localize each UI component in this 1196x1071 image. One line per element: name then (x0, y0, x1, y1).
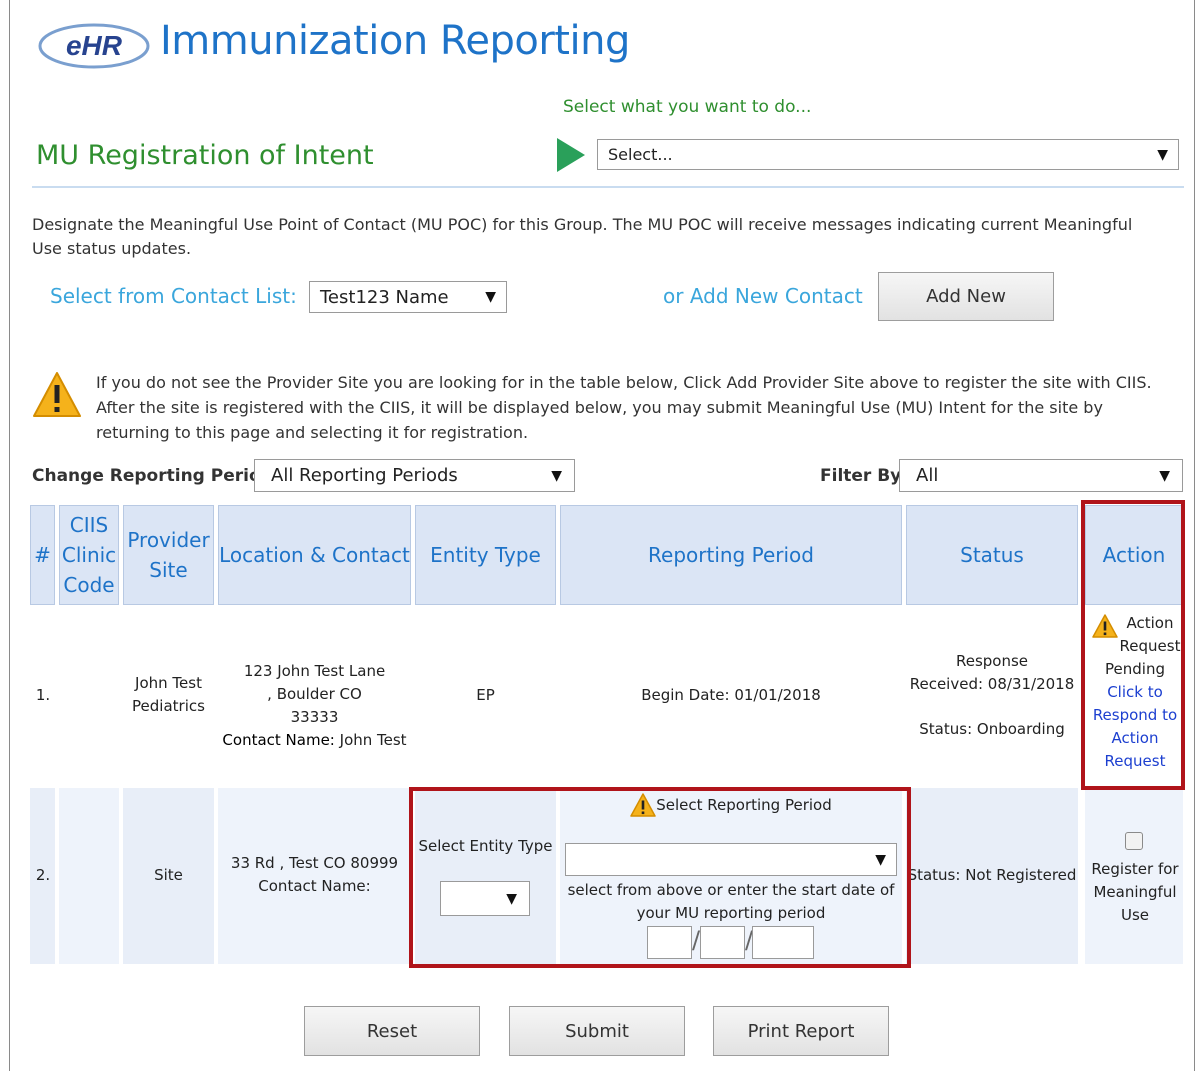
register-checkbox[interactable] (1125, 832, 1143, 850)
add-new-button[interactable]: Add New (878, 272, 1054, 321)
mu-poc-description: Designate the Meaningful Use Point of Co… (32, 215, 1133, 258)
row-2-status: Status: Not Registered (906, 862, 1078, 888)
row-1-received: Received: 08/31/2018 (909, 675, 1075, 693)
row-1-status: Response Received: 08/31/2018 Status: On… (906, 650, 1078, 741)
row-2-location: 33 Rd , Test CO 80999 Contact Name: (218, 852, 411, 898)
filter-by-value: All (916, 465, 939, 486)
action-select[interactable]: Select... ▼ (597, 139, 1179, 170)
register-label: Register for Meaningful Use (1091, 860, 1179, 924)
contact-list-select[interactable]: Test123 Name ▼ (309, 281, 507, 313)
column-header-reporting-period: Reporting Period (560, 505, 902, 605)
row-1-entity-type: EP (476, 685, 495, 704)
row-1-response-label: Response (955, 652, 1029, 670)
header-divider (32, 186, 1184, 188)
row-2-bg (59, 788, 119, 964)
row-1-status-value: Onboarding (976, 720, 1065, 738)
row-1-num: 1. (35, 685, 51, 704)
reporting-period-label: Change Reporting Period: (32, 466, 280, 486)
column-header-clinic-code: CIIS Clinic Code (59, 505, 119, 605)
row-2-status-label: Status: (907, 865, 961, 884)
contact-list-value: Test123 Name (320, 286, 449, 308)
logo-text: eHR (66, 30, 123, 61)
reporting-period-select[interactable]: All Reporting Periods ▼ (254, 459, 575, 492)
chevron-down-icon: ▼ (485, 289, 496, 305)
column-header-entity-type: Entity Type (415, 505, 556, 605)
print-report-button[interactable]: Print Report (713, 1006, 889, 1056)
filter-by-label: Filter By: (820, 466, 909, 486)
reporting-period-value: All Reporting Periods (271, 465, 458, 486)
app-title: Immunization Reporting (160, 18, 630, 64)
ehr-logo: eHR (38, 23, 150, 69)
filter-by-select[interactable]: All ▼ (899, 459, 1183, 492)
column-header-provider-site: Provider Site (123, 505, 214, 605)
page-title: MU Registration of Intent (36, 140, 374, 171)
row-1-contact: Contact Name: John Test (222, 729, 406, 752)
column-header-num: # (30, 505, 55, 605)
row-1-location: 123 John Test Lane , Boulder CO 33333 Co… (218, 660, 411, 752)
column-header-status: Status (906, 505, 1078, 605)
row-1-contact-label: Contact Name: (222, 731, 335, 749)
contact-list-label: Select from Contact List: (50, 284, 297, 308)
reset-button[interactable]: Reset (304, 1006, 480, 1056)
row-1-provider-site: John Test Pediatrics (132, 674, 205, 715)
column-header-location: Location & Contact (218, 505, 411, 605)
add-contact-label: or Add New Contact (663, 284, 863, 308)
chevron-down-icon: ▼ (1157, 146, 1168, 163)
row-1-contact-name: John Test (339, 731, 407, 749)
row-2-contact-label: Contact Name: (258, 877, 371, 895)
play-arrow-icon (557, 138, 585, 172)
row-2-highlight-box (409, 787, 911, 968)
chevron-down-icon: ▼ (551, 467, 562, 484)
row-1-status-label: Status: (919, 720, 973, 738)
row-1-address: 123 John Test Lane , Boulder CO 33333 (243, 662, 386, 726)
action-highlight-box (1081, 500, 1185, 790)
submit-button[interactable]: Submit (509, 1006, 685, 1056)
row-2-address: 33 Rd , Test CO 80999 (230, 854, 399, 872)
warning-icon (33, 372, 81, 417)
notice-text: If you do not see the Provider Site you … (96, 373, 1152, 442)
row-2-provider-site: Site (154, 865, 183, 884)
select-prompt: Select what you want to do... (563, 97, 812, 117)
row-2-status-value: Not Registered (965, 865, 1077, 884)
row-2-num: 2. (35, 865, 51, 884)
chevron-down-icon: ▼ (1159, 467, 1170, 484)
action-select-value: Select... (608, 145, 673, 164)
row-1-reporting-period: Begin Date: 01/01/2018 (641, 685, 821, 704)
